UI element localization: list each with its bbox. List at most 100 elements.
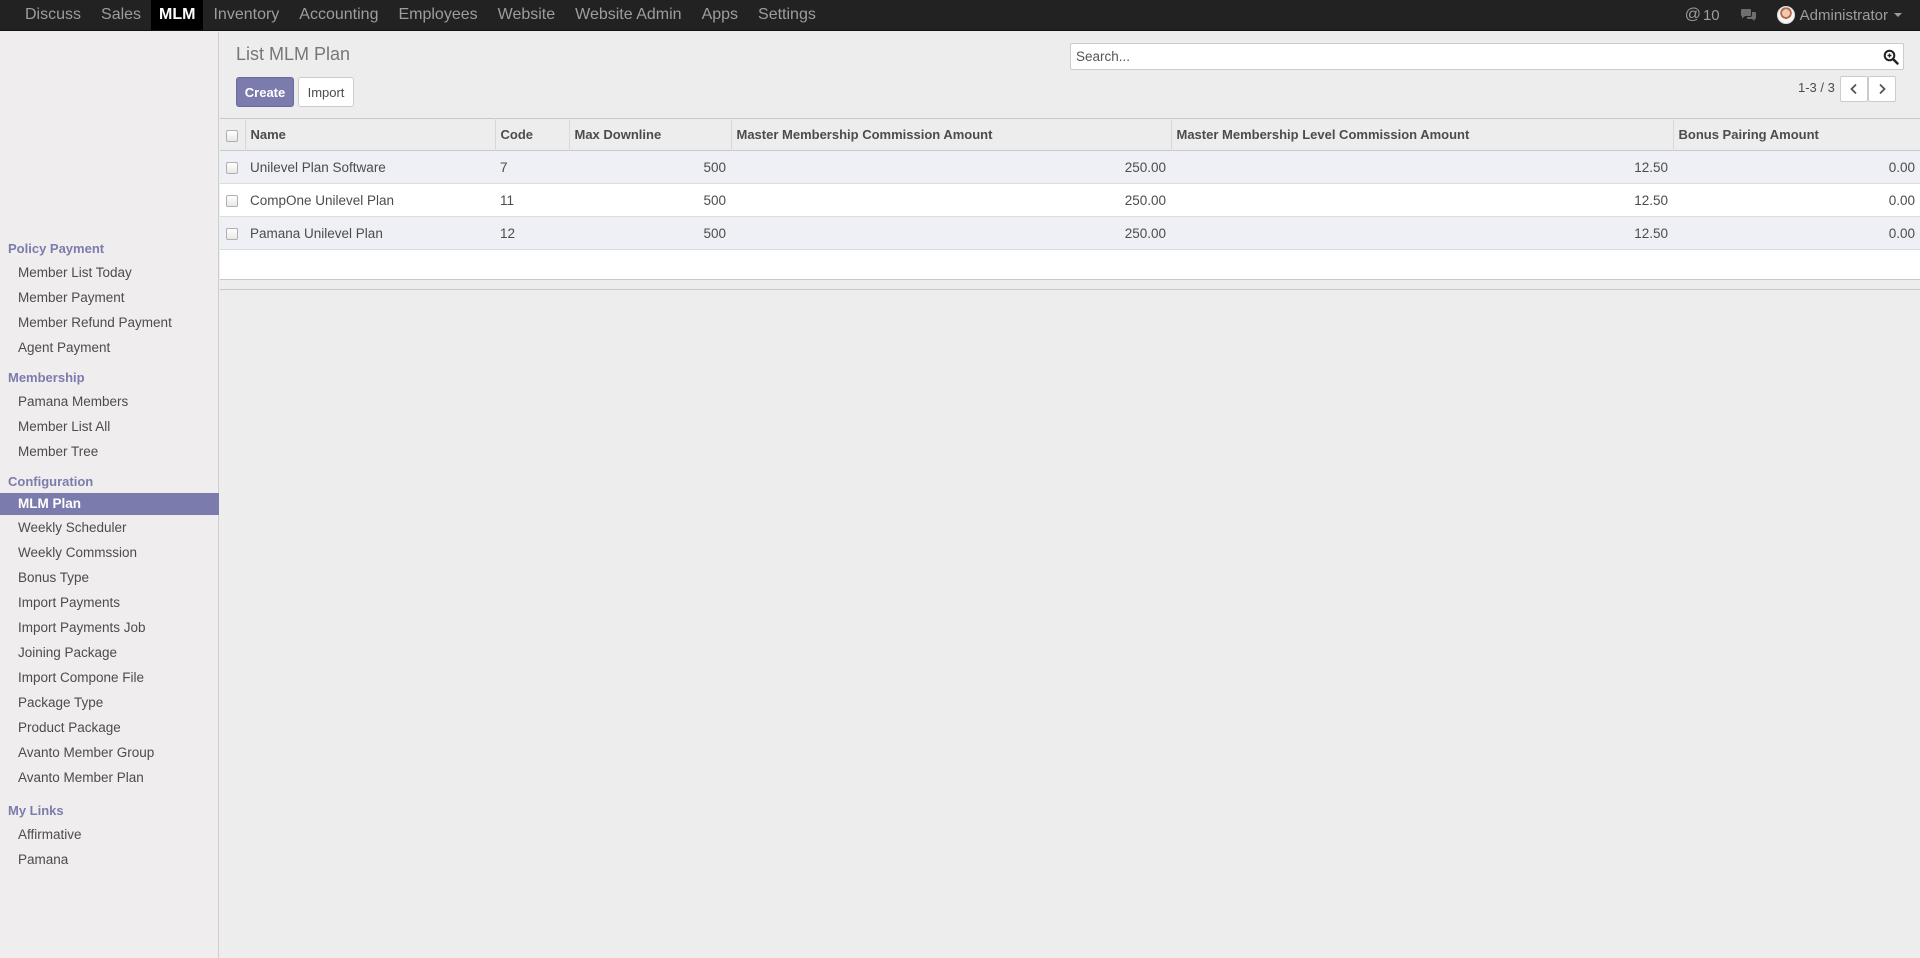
page-title: List MLM Plan — [236, 44, 351, 64]
empty-row — [220, 249, 1920, 280]
sidebar-item-import-compone-file[interactable]: Import Compone File — [0, 665, 219, 690]
chevron-right-icon — [1879, 83, 1886, 95]
menu-accounting[interactable]: Accounting — [289, 0, 388, 30]
app-menu: Discuss Sales MLM Inventory Accounting E… — [0, 0, 826, 30]
table-row[interactable]: Pamana Unilevel Plan 12 500 250.00 12.50… — [220, 216, 1920, 250]
sidebar-section-policy-payment: Policy Payment Member List Today Member … — [0, 238, 219, 360]
column-header-name[interactable]: Name — [245, 118, 496, 151]
menu-settings[interactable]: Settings — [748, 0, 826, 30]
table-footer-row — [220, 279, 1920, 290]
search-icon[interactable] — [1879, 45, 1903, 69]
cell-code: 11 — [500, 192, 515, 208]
sidebar-item-bonus-type[interactable]: Bonus Type — [0, 565, 219, 590]
row-select-cell — [220, 184, 245, 217]
cell-code: 12 — [500, 225, 516, 241]
column-header-master-membership-commission[interactable]: Master Membership Commission Amount — [731, 118, 1172, 151]
sidebar-item-pamana-members[interactable]: Pamana Members — [0, 389, 219, 414]
chat-button[interactable] — [1730, 0, 1767, 30]
row-checkbox[interactable] — [226, 227, 238, 240]
menu-mlm[interactable]: MLM — [151, 0, 204, 30]
cell-name: CompOne Unilevel Plan — [250, 192, 395, 208]
sidebar-item-member-payment[interactable]: Member Payment — [0, 285, 219, 310]
menu-website-admin[interactable]: Website Admin — [565, 0, 691, 30]
cell-name: Pamana Unilevel Plan — [250, 225, 383, 241]
cell-max-downline: 500 — [703, 192, 726, 208]
sidebar-item-member-list-all[interactable]: Member List All — [0, 414, 219, 439]
cell-max-downline: 500 — [703, 159, 726, 175]
pager-next-button[interactable] — [1868, 76, 1896, 102]
sidebar-item-avanto-member-group[interactable]: Avanto Member Group — [0, 740, 219, 765]
sidebar-item-avanto-member-plan[interactable]: Avanto Member Plan — [0, 765, 219, 790]
sidebar-item-import-payments-job[interactable]: Import Payments Job — [0, 615, 219, 640]
menu-sales[interactable]: Sales — [91, 0, 151, 30]
menu-inventory[interactable]: Inventory — [203, 0, 289, 30]
cell-level-commission: 12.50 — [1634, 225, 1668, 241]
footer-cell — [220, 280, 1920, 290]
table-row[interactable]: Unilevel Plan Software 7 500 250.00 12.5… — [220, 150, 1920, 184]
cell-bonus-pairing: 0.00 — [1888, 159, 1915, 175]
search-box — [1070, 43, 1904, 70]
column-header-max-downline[interactable]: Max Downline — [569, 118, 732, 151]
pager-previous-button[interactable] — [1840, 76, 1868, 102]
user-menu[interactable]: Administrator — [1767, 0, 1912, 30]
main-content: List MLM Plan Create Import 1-3 / 3 — [220, 32, 1920, 958]
sidebar-item-weekly-scheduler[interactable]: Weekly Scheduler — [0, 515, 219, 540]
caret-down-icon — [1894, 13, 1902, 17]
select-all-cell — [220, 118, 246, 151]
records-table: Name Code Max Downline Master Membership… — [220, 118, 1920, 290]
search-input[interactable] — [1076, 49, 1879, 64]
sidebar-section-membership: Membership Pamana Members Member List Al… — [0, 367, 219, 464]
cell-master-commission: 250.00 — [1124, 225, 1166, 241]
cell-max-downline: 500 — [703, 225, 726, 241]
chat-bubbles-icon — [1740, 9, 1756, 21]
sidebar-item-agent-payment[interactable]: Agent Payment — [0, 335, 219, 360]
sidebar-item-member-list-today[interactable]: Member List Today — [0, 260, 219, 285]
cell-master-commission: 250.00 — [1124, 192, 1166, 208]
row-select-cell — [220, 217, 245, 250]
row-checkbox[interactable] — [226, 161, 238, 174]
sidebar-item-pamana[interactable]: Pamana — [0, 847, 219, 872]
row-checkbox[interactable] — [226, 194, 238, 207]
pager-value: 1-3 / 3 — [1798, 80, 1835, 95]
sidebar-item-mlm-plan[interactable]: MLM Plan — [0, 493, 219, 515]
sidebar: Policy Payment Member List Today Member … — [0, 32, 219, 958]
sidebar-item-member-tree[interactable]: Member Tree — [0, 439, 219, 464]
sidebar-item-weekly-commission[interactable]: Weekly Commssion — [0, 540, 219, 565]
cell-level-commission: 12.50 — [1634, 159, 1668, 175]
cell-level-commission: 12.50 — [1634, 192, 1668, 208]
menu-apps[interactable]: Apps — [692, 0, 748, 30]
list-view: Name Code Max Downline Master Membership… — [220, 118, 1920, 290]
table-row[interactable]: CompOne Unilevel Plan 11 500 250.00 12.5… — [220, 183, 1920, 217]
select-all-checkbox[interactable] — [226, 129, 238, 142]
sidebar-item-product-package[interactable]: Product Package — [0, 715, 219, 740]
menu-employees[interactable]: Employees — [388, 0, 487, 30]
at-icon: @ — [1684, 6, 1701, 23]
cell-bonus-pairing: 0.00 — [1888, 225, 1915, 241]
empty-cell — [220, 250, 1920, 280]
sidebar-section-my-links: My Links Affirmative Pamana — [0, 800, 219, 872]
systray: @ 10 Administrator — [1675, 0, 1920, 30]
create-button[interactable]: Create — [236, 77, 294, 107]
column-header-bonus-pairing[interactable]: Bonus Pairing Amount — [1673, 119, 1920, 151]
column-header-master-membership-level-commission[interactable]: Master Membership Level Commission Amoun… — [1171, 118, 1674, 151]
chevron-left-icon — [1850, 83, 1857, 95]
sidebar-item-affirmative[interactable]: Affirmative — [0, 822, 219, 847]
sidebar-header: Configuration — [8, 474, 94, 489]
menu-discuss[interactable]: Discuss — [15, 0, 91, 30]
mentions-count: 10 — [1702, 6, 1720, 24]
mentions-button[interactable]: @ 10 — [1675, 0, 1730, 30]
sidebar-header: Policy Payment — [8, 241, 105, 256]
sidebar-item-import-payments[interactable]: Import Payments — [0, 590, 219, 615]
sidebar-item-joining-package[interactable]: Joining Package — [0, 640, 219, 665]
avatar — [1776, 6, 1795, 24]
menu-website[interactable]: Website — [488, 0, 566, 30]
cell-bonus-pairing: 0.00 — [1888, 192, 1915, 208]
import-button[interactable]: Import — [298, 77, 354, 107]
sidebar-item-member-refund-payment[interactable]: Member Refund Payment — [0, 310, 219, 335]
sidebar-header: Membership — [8, 370, 85, 385]
cell-master-commission: 250.00 — [1124, 159, 1166, 175]
table-header-row: Name Code Max Downline Master Membership… — [220, 118, 1920, 151]
sidebar-item-package-type[interactable]: Package Type — [0, 690, 219, 715]
user-name: Administrator — [1799, 6, 1888, 24]
column-header-code[interactable]: Code — [495, 118, 570, 151]
